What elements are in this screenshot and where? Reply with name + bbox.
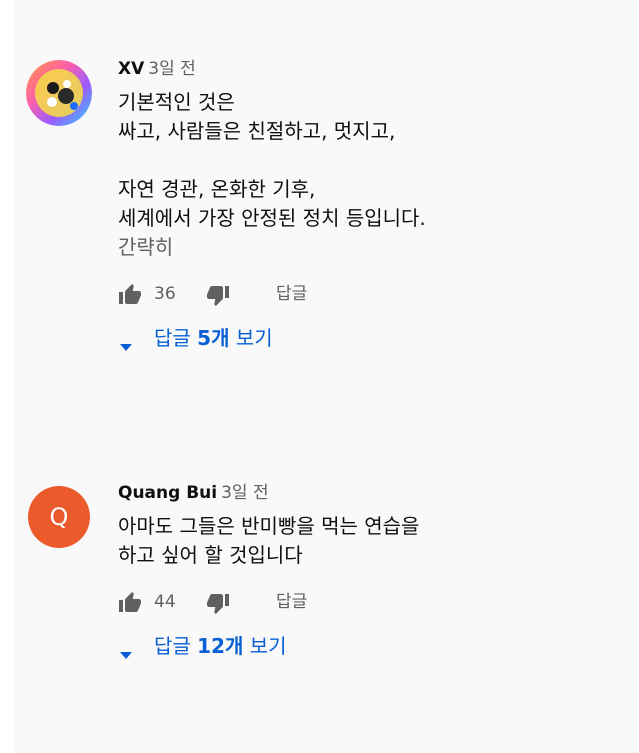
replies-suffix: 보기 xyxy=(243,634,287,658)
comment-line: 싸고, 사람들은 친절하고, 멋지고, xyxy=(118,119,396,143)
comment-header: XV 3일 전 xyxy=(118,58,627,80)
avatar[interactable]: Q xyxy=(28,486,90,548)
comment-line: 자연 경관, 온화한 기후, xyxy=(118,177,316,201)
comment-line: 하고 싶어 할 것입니다 xyxy=(118,543,303,567)
comment-actions: 44 답글 xyxy=(118,589,627,617)
author-name[interactable]: Quang Bui xyxy=(118,483,217,503)
replies-suffix: 보기 xyxy=(229,326,273,350)
thumb-down-icon[interactable] xyxy=(206,283,230,307)
caret-down-icon xyxy=(120,641,132,659)
view-replies-button[interactable]: 답글 5개 보기 xyxy=(118,323,627,353)
comments-panel: XV 3일 전 기본적인 것은 싸고, 사람들은 친절하고, 멋지고, 자연 경관… xyxy=(14,0,637,753)
thumb-up-icon[interactable] xyxy=(118,591,142,615)
comment-header: Quang Bui 3일 전 xyxy=(118,482,627,504)
replies-count: 5개 xyxy=(197,326,230,350)
like-count: 44 xyxy=(154,592,176,612)
comment-time[interactable]: 3일 전 xyxy=(148,59,196,79)
replies-prefix: 답글 xyxy=(154,634,198,658)
comment-line: 아마도 그들은 반미빵을 먹는 연습을 xyxy=(118,514,420,538)
comment-text: 기본적인 것은 싸고, 사람들은 친절하고, 멋지고, 자연 경관, 온화한 기… xyxy=(118,88,627,233)
comment-body: Quang Bui 3일 전 아마도 그들은 반미빵을 먹는 연습을 하고 싶어 … xyxy=(118,482,627,661)
view-replies-label: 답글 12개 보기 xyxy=(154,631,287,661)
comment-time[interactable]: 3일 전 xyxy=(221,483,269,503)
view-replies-button[interactable]: 답글 12개 보기 xyxy=(118,631,627,661)
comment-line: 세계에서 가장 안정된 정치 등입니다. xyxy=(118,206,426,230)
thumb-down-icon[interactable] xyxy=(206,591,230,615)
comment-actions: 36 답글 xyxy=(118,281,627,309)
comment-line: 기본적인 것은 xyxy=(118,90,235,114)
replies-count: 12개 xyxy=(197,634,244,658)
reply-button[interactable]: 답글 xyxy=(276,590,307,614)
reply-button[interactable]: 답글 xyxy=(276,282,307,306)
replies-prefix: 답글 xyxy=(154,326,198,350)
thumb-up-icon[interactable] xyxy=(118,283,142,307)
view-replies-label: 답글 5개 보기 xyxy=(154,323,273,353)
comment-text: 아마도 그들은 반미빵을 먹는 연습을 하고 싶어 할 것입니다 xyxy=(118,512,627,570)
author-name[interactable]: XV xyxy=(118,59,144,79)
comment-line xyxy=(118,146,627,175)
comment-body: XV 3일 전 기본적인 것은 싸고, 사람들은 친절하고, 멋지고, 자연 경관… xyxy=(118,58,627,353)
read-less-link[interactable]: 간략히 xyxy=(118,233,627,262)
caret-down-icon xyxy=(120,333,132,351)
avatar[interactable] xyxy=(26,60,92,126)
like-count: 36 xyxy=(154,284,176,304)
